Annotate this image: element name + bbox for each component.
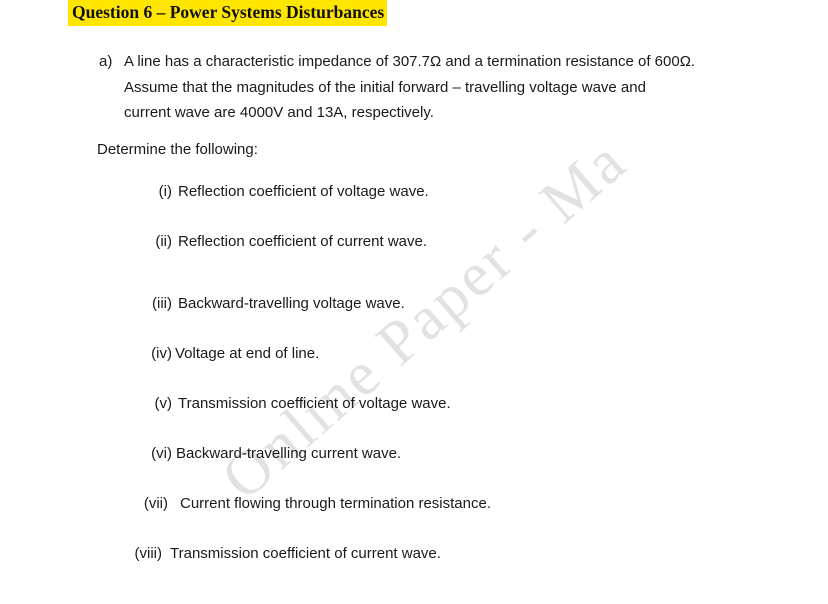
list-item-numeral: (ii) [155,233,172,250]
part-a-line-2: Assume that the magnitudes of the initia… [124,78,646,96]
list-item: (ii) Reflection coefficient of current w… [112,231,752,281]
list-item: (vi) Backward-travelling current wave. [112,443,752,493]
list-item-text: Backward-travelling voltage wave. [178,295,405,312]
list-item-text: Reflection coefficient of current wave. [178,233,428,250]
sub-question-list: (i) Reflection coefficient of voltage wa… [112,181,752,593]
list-item: (iii) Backward-travelling voltage wave. [112,281,752,343]
list-item-text: Transmission coefficient of voltage wave… [178,395,451,412]
list-item-numeral: (vi) [151,445,172,462]
list-item-numeral: (v) [154,395,173,412]
list-item: (vii) Current flowing through terminatio… [112,493,752,543]
document-content: Question 6 – Power Systems Disturbances … [0,0,828,604]
list-item-numeral: (iii) [152,295,172,312]
list-item-text: Backward-travelling current wave. [176,445,402,462]
part-a-label: a) [99,53,113,70]
list-item-text: Reflection coefficient of voltage wave. [178,183,429,200]
list-item: (iv) Voltage at end of line. [112,343,752,393]
determine-prompt: Determine the following: [97,141,258,158]
list-item: (viii) Transmission coefficient of curre… [112,543,752,593]
list-item-text: Current flowing through termination resi… [180,495,491,512]
question-heading-text: Question 6 – Power Systems Disturbances [68,0,388,26]
list-item-text: Voltage at end of line. [175,345,320,362]
list-item-text: Transmission coefficient of current wave… [170,545,441,562]
part-a-line-1: A line has a characteristic impedance of… [124,53,696,70]
list-item-numeral: (viii) [134,545,163,562]
list-item-numeral: (vii) [143,495,168,512]
question-heading: Question 6 – Power Systems Disturbances [68,0,388,26]
part-a-line-3: current wave are 4000V and 13A, respecti… [124,104,434,121]
part-a-block: a) A line has a characteristic impedance… [99,49,745,126]
list-item-numeral: (iv) [151,345,172,362]
document-page: Online Paper - Ma Question 6 – Power Sys… [0,0,828,604]
list-item: (i) Reflection coefficient of voltage wa… [112,181,752,231]
list-item: (v) Transmission coefficient of voltage … [112,393,752,443]
list-item-numeral: (i) [158,183,172,200]
part-a-body: A line has a characteristic impedance of… [124,49,745,126]
